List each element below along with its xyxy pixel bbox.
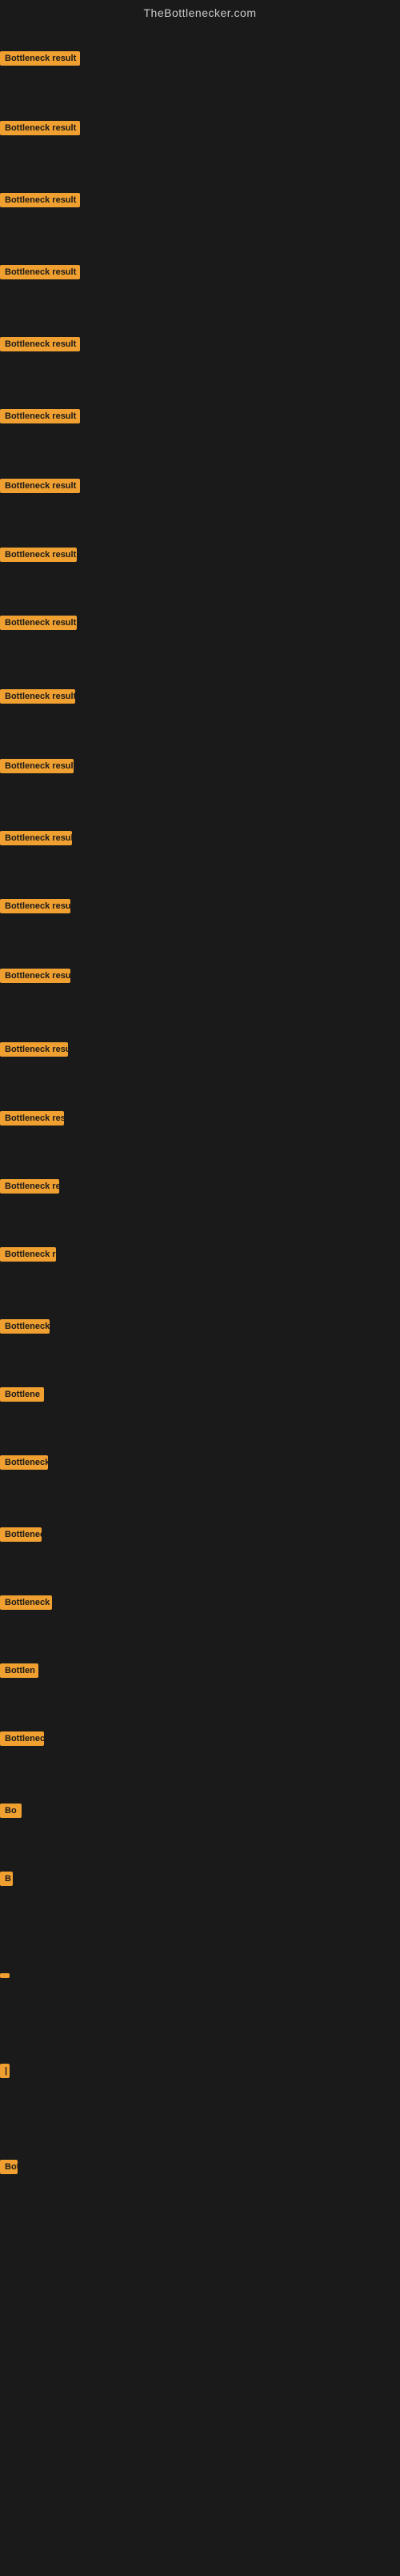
- bottleneck-tag[interactable]: Bottlenec: [0, 1527, 42, 1542]
- bottleneck-tag[interactable]: Bottleneck result: [0, 1042, 68, 1057]
- bottleneck-tag-row: Bottleneck result: [0, 548, 77, 566]
- bottleneck-tag-row: Bottleneck re: [0, 1595, 52, 1614]
- bottleneck-tag-row: Bottleneck: [0, 1731, 44, 1750]
- bottleneck-tag[interactable]: Bottleneck result: [0, 121, 80, 135]
- bottleneck-tag[interactable]: Bottleneck result: [0, 1111, 64, 1125]
- bottleneck-tag-row: Bottleneck result: [0, 51, 80, 70]
- bottleneck-tag[interactable]: Bottlene: [0, 1387, 44, 1402]
- bottleneck-tag[interactable]: Bottleneck result: [0, 548, 77, 562]
- site-title: TheBottlenecker.com: [0, 0, 400, 22]
- bottleneck-tag-row: |: [0, 2064, 10, 2082]
- bottleneck-tag-row: Bottleneck result: [0, 831, 72, 849]
- bottleneck-tag-row: Bottleneck result: [0, 616, 77, 634]
- bottleneck-tag-row: [0, 1968, 10, 1982]
- bottleneck-tag[interactable]: Bottleneck result: [0, 479, 80, 493]
- bottleneck-tag-row: Bottleneck result: [0, 265, 80, 283]
- bottleneck-tag-row: Bottleneck result: [0, 969, 70, 987]
- bottleneck-tag-row: Bottleneck: [0, 1455, 48, 1474]
- bottleneck-tag[interactable]: Bottleneck result: [0, 759, 74, 773]
- bottleneck-tag-row: Bottleneck result: [0, 759, 74, 777]
- bottleneck-tag-row: B: [0, 1872, 13, 1890]
- bottleneck-tag[interactable]: Bottleneck re: [0, 1595, 52, 1610]
- bottleneck-tag[interactable]: Bottleneck result: [0, 616, 77, 630]
- bottleneck-tag-row: Bottleneck result: [0, 1042, 68, 1061]
- bottleneck-tag[interactable]: Bottleneck: [0, 1319, 50, 1334]
- bottleneck-tag[interactable]: [0, 1973, 10, 1978]
- bottleneck-tag[interactable]: Bottleneck result: [0, 193, 80, 207]
- bottleneck-tag-row: Bottlen: [0, 1663, 38, 1682]
- bottleneck-tag-row: Bottlenec: [0, 1527, 42, 1546]
- bottleneck-tag-row: Bottleneck result: [0, 899, 70, 917]
- bottleneck-tag-row: Bottleneck: [0, 1319, 50, 1338]
- bottleneck-tag-row: Bottleneck result: [0, 689, 75, 708]
- bottleneck-tag-row: Bottleneck result: [0, 121, 80, 139]
- bottleneck-tag[interactable]: Bottleneck result: [0, 265, 80, 279]
- bottleneck-tag[interactable]: Bottleneck result: [0, 51, 80, 66]
- bottleneck-tag[interactable]: Bot: [0, 2160, 18, 2174]
- bottleneck-tag[interactable]: Bottleneck result: [0, 337, 80, 351]
- bottleneck-tag[interactable]: Bottleneck result: [0, 969, 70, 983]
- bottleneck-tag[interactable]: Bottleneck: [0, 1455, 48, 1470]
- bottleneck-tag[interactable]: Bo: [0, 1804, 22, 1818]
- bottleneck-tag[interactable]: Bottleneck result: [0, 409, 80, 423]
- bottleneck-tag-row: Bottleneck result: [0, 479, 80, 497]
- bottleneck-tag[interactable]: Bottleneck re: [0, 1179, 59, 1194]
- bottleneck-tag-row: Bot: [0, 2160, 18, 2178]
- bottleneck-tag-row: Bottlene: [0, 1387, 44, 1406]
- bottleneck-tag-row: Bo: [0, 1804, 22, 1822]
- bottleneck-tag-row: Bottleneck re: [0, 1179, 59, 1198]
- bottleneck-tag-row: Bottleneck resul: [0, 1247, 56, 1266]
- bottleneck-tag[interactable]: Bottlen: [0, 1663, 38, 1678]
- bottleneck-tag[interactable]: |: [0, 2064, 10, 2078]
- bottleneck-tag[interactable]: Bottleneck: [0, 1731, 44, 1746]
- bottleneck-tag[interactable]: Bottleneck result: [0, 831, 72, 845]
- bottleneck-tag[interactable]: Bottleneck result: [0, 899, 70, 913]
- bottleneck-tag-row: Bottleneck result: [0, 1111, 64, 1130]
- bottleneck-tag[interactable]: B: [0, 1872, 13, 1886]
- bottleneck-tag-row: Bottleneck result: [0, 409, 80, 427]
- bottleneck-tag-row: Bottleneck result: [0, 193, 80, 211]
- bottleneck-tag[interactable]: Bottleneck resul: [0, 1247, 56, 1262]
- bottleneck-tag[interactable]: Bottleneck result: [0, 689, 75, 704]
- bottleneck-tag-row: Bottleneck result: [0, 337, 80, 355]
